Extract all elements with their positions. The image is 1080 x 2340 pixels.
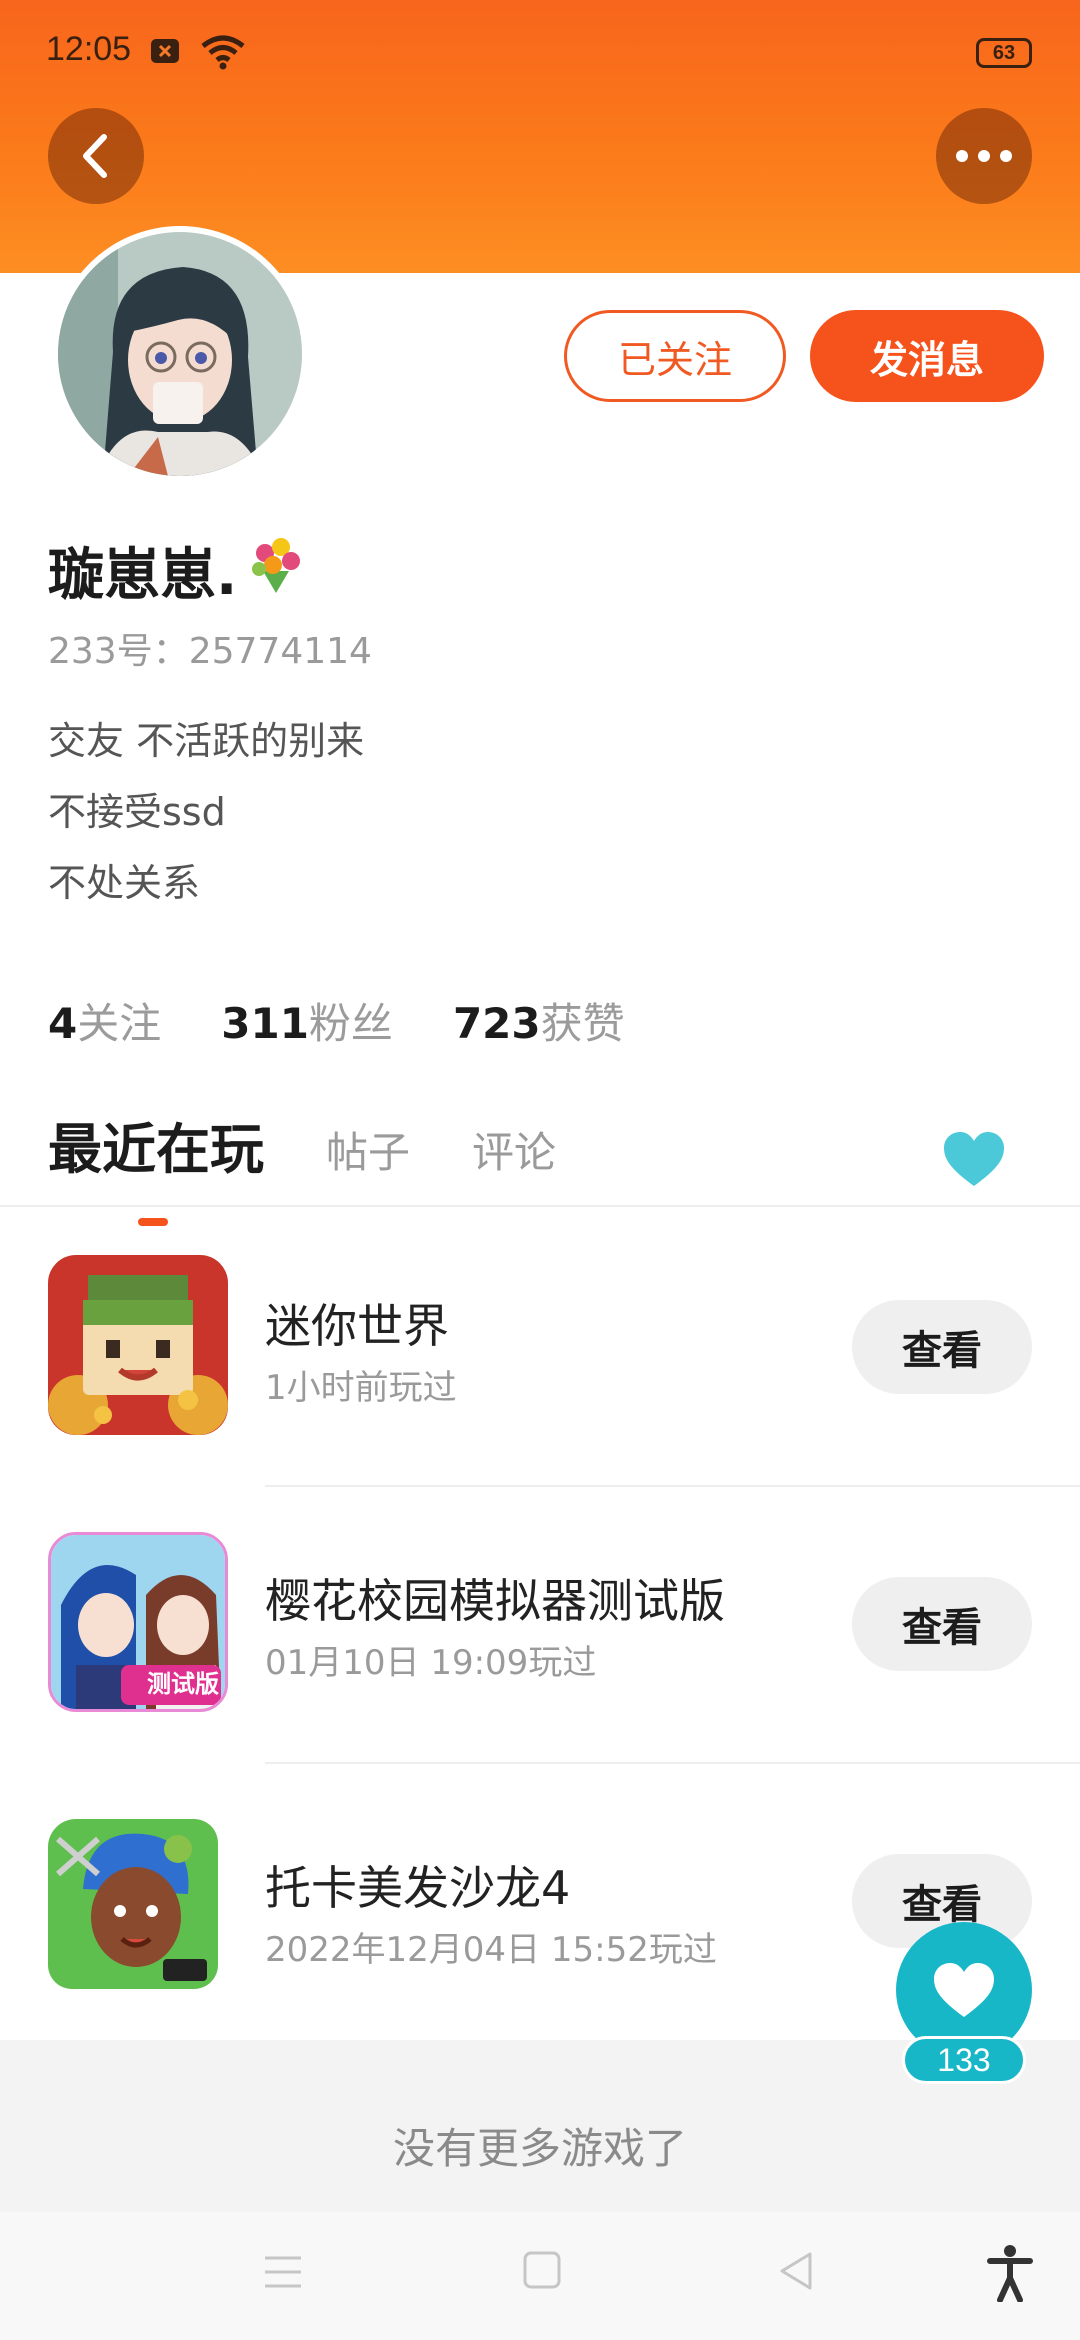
view-button[interactable]: 查看 [852, 1300, 1032, 1394]
bio: 交友 不活跃的别来 不接受ssd 不处关系 [48, 706, 364, 919]
tab-comments[interactable]: 评论 [472, 1119, 556, 1180]
status-bar: 12:05 63 [0, 0, 1080, 110]
game-item[interactable]: 测试版 樱花校园模拟器测试版 01月10日 19:09玩过 查看 [0, 1487, 1080, 1765]
tab-posts[interactable]: 帖子 [326, 1119, 410, 1180]
game-name: 迷你世界 [265, 1299, 449, 1353]
more-button[interactable] [936, 108, 1032, 204]
back-triangle-icon[interactable] [776, 2250, 814, 2296]
game-icon-mini-world [48, 1255, 228, 1435]
view-button[interactable]: 查看 [852, 1577, 1032, 1671]
followed-button[interactable]: 已关注 [564, 310, 786, 402]
bio-line: 不处关系 [48, 861, 201, 905]
menu-icon[interactable] [263, 2254, 303, 2294]
more-dots-icon [956, 150, 1012, 162]
game-played-time: 2022年12月04日 15:52玩过 [265, 1930, 717, 1970]
following-stat[interactable]: 4关注 [48, 990, 161, 1051]
wifi-icon [200, 34, 246, 74]
fans-stat[interactable]: 311粉丝 [221, 990, 393, 1051]
no-more-games-text: 没有更多游戏了 [392, 2124, 687, 2173]
user-id: 233号：25774114 [48, 631, 372, 672]
game-badge: 测试版 [147, 1670, 219, 1698]
username: 璇崽崽. [48, 543, 238, 608]
tabs-divider [0, 1205, 1080, 1207]
stats-row: 4关注 311粉丝 723获赞 [48, 990, 685, 1051]
notification-icon [150, 38, 180, 68]
avatar-image [58, 232, 302, 476]
game-icon-toca-hair-salon [48, 1819, 228, 1999]
game-name: 樱花校园模拟器测试版 [265, 1574, 725, 1628]
home-icon[interactable] [522, 2250, 562, 2294]
heart-icon [934, 1963, 994, 2017]
bio-line: 交友 不活跃的别来 [48, 719, 365, 763]
system-nav-bar [0, 2212, 1080, 2340]
bouquet-icon [243, 531, 309, 611]
back-chevron-icon [83, 134, 107, 178]
heart-icon[interactable] [942, 1130, 1006, 1192]
username-row: 璇崽崽. [48, 530, 309, 611]
profile-page: 12:05 63 已关注 发消息 璇崽崽. 233号：25774114 交友 不… [0, 0, 1080, 2340]
game-icon-sakura-school: 测试版 [48, 1532, 228, 1712]
like-count-badge: 133 [902, 2036, 1026, 2084]
back-button[interactable] [48, 108, 144, 204]
avatar[interactable] [52, 226, 308, 482]
game-played-time: 01月10日 19:09玩过 [265, 1643, 597, 1683]
send-message-button[interactable]: 发消息 [810, 310, 1044, 402]
tab-recent-played[interactable]: 最近在玩 [48, 1105, 264, 1226]
tabs: 最近在玩 帖子 评论 [48, 1105, 556, 1226]
game-name: 托卡美发沙龙4 [265, 1861, 571, 1915]
status-time: 12:05 [46, 30, 132, 68]
bio-line: 不接受ssd [48, 790, 226, 834]
likes-stat[interactable]: 723获赞 [453, 990, 625, 1051]
battery-indicator: 63 [976, 38, 1032, 68]
game-item[interactable]: 迷你世界 1小时前玩过 查看 [0, 1210, 1080, 1488]
accessibility-icon[interactable] [986, 2244, 1034, 2306]
game-played-time: 1小时前玩过 [265, 1368, 457, 1408]
